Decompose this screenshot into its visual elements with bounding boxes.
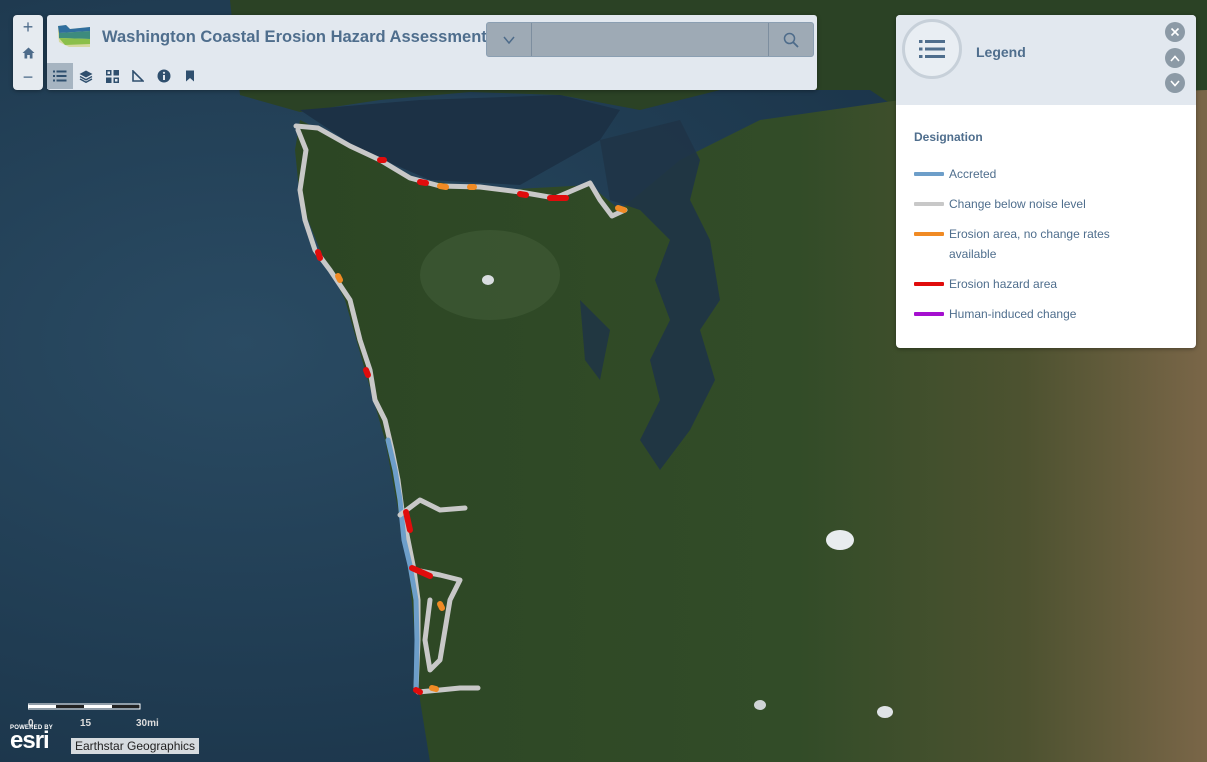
- legend-swatch: [914, 282, 944, 286]
- measure-icon: [132, 70, 144, 82]
- scale-tick-30: 30mi: [136, 718, 159, 729]
- search-button[interactable]: [768, 23, 813, 56]
- search-source-dropdown[interactable]: [487, 23, 532, 56]
- legend-body: Designation Accreted Change below noise l…: [896, 105, 1196, 324]
- legend-item-label: Change below noise level: [949, 197, 1086, 211]
- legend-icon: [919, 40, 945, 58]
- mount-rainier-snow: [826, 530, 854, 550]
- legend-icon: [53, 70, 67, 82]
- legend-item-label: Erosion hazard area: [949, 277, 1058, 291]
- olympic-mountains: [420, 230, 560, 320]
- legend-tool-button[interactable]: [47, 63, 73, 89]
- zoom-out-button[interactable]: −: [13, 65, 43, 90]
- zoom-control: + −: [13, 15, 43, 90]
- legend-panel: Legend Designation Accreted Change below …: [896, 15, 1196, 348]
- legend-item: Accreted: [914, 164, 1178, 184]
- legend-swatch: [914, 232, 944, 236]
- attribution-text[interactable]: Earthstar Geographics: [71, 738, 200, 754]
- chevron-down-icon: [1170, 79, 1180, 87]
- legend-field-name: Designation: [914, 130, 983, 144]
- peak-snow: [754, 700, 766, 710]
- legend-item: Erosion hazard area: [914, 274, 1178, 294]
- app-header: Washington Coastal Erosion Hazard Assess…: [47, 15, 817, 90]
- scale-bar-graphic: [27, 703, 141, 710]
- search-box: [486, 22, 814, 57]
- about-tool-button[interactable]: [151, 63, 177, 89]
- scale-tick-15: 15: [80, 718, 92, 729]
- chevron-down-icon: [503, 36, 515, 44]
- layers-icon: [79, 70, 93, 83]
- legend-item-label: Accreted: [949, 167, 997, 181]
- legend-item-label: Erosion area, no change rates available: [949, 227, 1110, 261]
- washington-state-logo: [58, 25, 90, 47]
- esri-wordmark: esri: [10, 727, 50, 754]
- legend-swatch: [914, 312, 944, 316]
- bookmark-icon: [186, 70, 194, 82]
- basemap-gallery-icon: [105, 69, 119, 83]
- legend-expand-button[interactable]: [1165, 73, 1185, 93]
- chevron-up-icon: [1170, 54, 1180, 62]
- legend-item: Human-induced change: [914, 304, 1178, 324]
- measure-tool-button[interactable]: [125, 63, 151, 89]
- search-icon: [783, 32, 799, 48]
- widget-toolbar: [47, 63, 203, 89]
- legend-close-button[interactable]: [1165, 22, 1185, 42]
- info-icon: [157, 69, 171, 83]
- legend-item: Change below noise level: [914, 194, 1178, 214]
- legend-title: Legend: [976, 44, 1026, 60]
- app-title: Washington Coastal Erosion Hazard Assess…: [102, 28, 487, 46]
- close-icon: [1170, 27, 1180, 37]
- legend-swatch: [914, 172, 944, 176]
- legend-item: Erosion area, no change rates available: [914, 224, 1178, 264]
- legend-header: Legend: [896, 15, 1196, 105]
- esri-logo[interactable]: POWERED BY esri: [10, 725, 53, 754]
- bookmarks-tool-button[interactable]: [177, 63, 203, 89]
- layers-tool-button[interactable]: [73, 63, 99, 89]
- legend-items: Accreted Change below noise level Erosion …: [914, 164, 1178, 324]
- search-input[interactable]: [532, 23, 768, 56]
- basemap-gallery-tool-button[interactable]: [99, 63, 125, 89]
- legend-collapse-button[interactable]: [1165, 48, 1185, 68]
- home-icon: [22, 47, 34, 58]
- home-button[interactable]: [13, 40, 43, 65]
- mount-st-helens-snow: [877, 706, 893, 718]
- zoom-in-button[interactable]: +: [13, 15, 43, 40]
- legend-swatch: [914, 202, 944, 206]
- legend-item-label: Human-induced change: [949, 307, 1077, 321]
- legend-header-badge: [902, 19, 962, 79]
- olympus-snow: [482, 275, 494, 285]
